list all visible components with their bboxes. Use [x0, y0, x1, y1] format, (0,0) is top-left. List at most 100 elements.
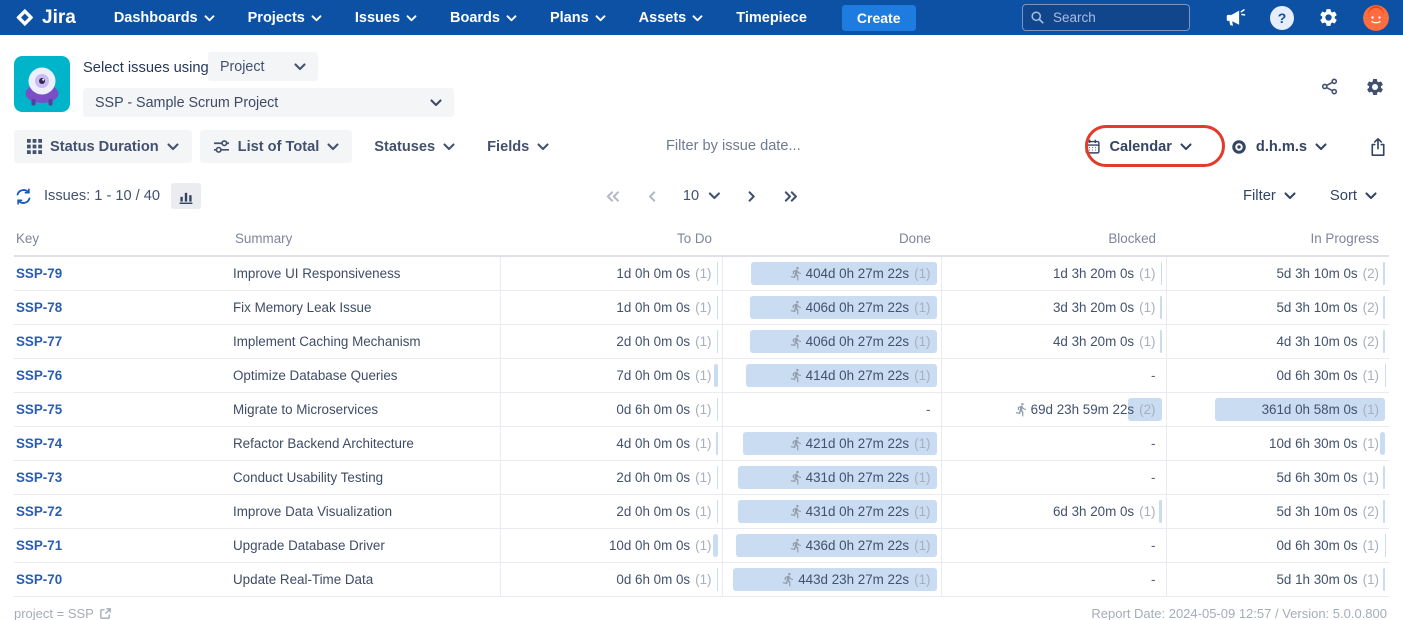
- nav-item-timepiece[interactable]: Timepiece: [736, 10, 807, 26]
- table-row: SSP-74 Refactor Backend Architecture 4d 0h…: [14, 426, 1389, 461]
- duration-cell-inprogress: 5d 3h 10m 0s (2): [1165, 256, 1389, 291]
- table-body: SSP-79 Improve UI Responsiveness 1d 0h 0m …: [14, 256, 1389, 597]
- time-format-dropdown[interactable]: d.h.m.s: [1216, 130, 1341, 163]
- duration-cell-todo: 2d 0h 0m 0s (1): [499, 494, 722, 529]
- duration-cell-inprogress: 5d 6h 30m 0s (1): [1165, 460, 1389, 495]
- select-issues-label: Select issues using: [83, 60, 209, 76]
- nav-item-dashboards[interactable]: Dashboards: [114, 10, 215, 26]
- statuses-dropdown[interactable]: Statuses: [360, 130, 469, 163]
- nav-item-boards[interactable]: Boards: [450, 10, 517, 26]
- calendar-dropdown[interactable]: Calendar: [1070, 130, 1205, 163]
- issue-key-link[interactable]: SSP-79: [16, 266, 62, 281]
- duration-bar: [1382, 466, 1385, 489]
- duration-cell-blocked: -: [940, 426, 1166, 461]
- create-button[interactable]: Create: [841, 4, 916, 31]
- nav-item-projects[interactable]: Projects: [248, 10, 322, 26]
- duration-cell-inprogress: 0d 6h 30m 0s (1): [1165, 528, 1389, 563]
- duration-cell-todo: 1d 0h 0m 0s (1): [499, 256, 722, 291]
- report-header: Select issues using Project SSP - Sample…: [0, 35, 1403, 125]
- issue-summary: Upgrade Database Driver: [233, 528, 500, 563]
- pagination-next-button[interactable]: [747, 190, 756, 202]
- status-duration-table: Key Summary To Do Done Blocked In Progre…: [14, 224, 1389, 597]
- jira-logo[interactable]: Jira: [14, 7, 76, 29]
- issue-key-link[interactable]: SSP-71: [16, 538, 62, 553]
- share-icon[interactable]: [1320, 77, 1339, 97]
- duration-bar: [1159, 330, 1162, 353]
- issue-summary: Improve UI Responsiveness: [233, 256, 500, 291]
- duration-cell-blocked: -: [940, 460, 1166, 495]
- duration-cell-inprogress: 5d 3h 10m 0s (2): [1165, 290, 1389, 325]
- issue-key-link[interactable]: SSP-76: [16, 368, 62, 383]
- filter-label: Filter: [1242, 188, 1276, 204]
- issue-key-link[interactable]: SSP-74: [16, 436, 62, 451]
- duration-bar: [1160, 262, 1162, 285]
- table-row: SSP-70 Update Real-Time Data 0d 6h 0m 0s (1…: [14, 562, 1389, 597]
- duration-cell-inprogress: 5d 1h 30m 0s (1): [1165, 562, 1389, 597]
- top-navbar: Jira Dashboards Projects Issues Boards Plans…: [0, 0, 1403, 35]
- pagination-bar: Issues: 1 - 10 / 40 10 Filter Sort: [0, 168, 1403, 224]
- time-format-value: d.h.m.s: [1255, 138, 1307, 155]
- issue-key-link[interactable]: SSP-77: [16, 334, 62, 349]
- issue-summary: Improve Data Visualization: [233, 494, 500, 529]
- duration-cell-inprogress: 0d 6h 30m 0s (1): [1165, 358, 1389, 393]
- table-row: SSP-77 Implement Caching Mechanism 2d 0h 0…: [14, 324, 1389, 359]
- duration-bar: [716, 330, 718, 353]
- issue-key-link[interactable]: SSP-72: [16, 504, 62, 519]
- sliders-icon: [213, 140, 229, 153]
- nav-item-plans[interactable]: Plans: [550, 10, 606, 26]
- runner-icon: [790, 538, 801, 553]
- settings-gear-icon[interactable]: [1365, 77, 1385, 97]
- issue-key-link[interactable]: SSP-78: [16, 300, 62, 315]
- view-type-dropdown[interactable]: List of Total: [199, 130, 353, 163]
- issue-key-link[interactable]: SSP-75: [16, 402, 62, 417]
- project-dropdown[interactable]: SSP - Sample Scrum Project: [83, 88, 454, 117]
- runner-icon: [790, 368, 801, 383]
- page-size-dropdown[interactable]: 10: [683, 188, 720, 204]
- duration-cell-todo: 10d 0h 0m 0s (1): [499, 528, 722, 563]
- date-filter-field[interactable]: Filter by issue date...: [666, 138, 801, 154]
- megaphone-icon[interactable]: [1224, 7, 1246, 29]
- duration-bar: [1382, 296, 1385, 319]
- sort-dropdown[interactable]: Sort: [1330, 188, 1377, 204]
- filter-dropdown[interactable]: Filter: [1243, 188, 1296, 204]
- report-type-dropdown[interactable]: Status Duration: [14, 130, 192, 163]
- page-size-value: 10: [682, 188, 700, 204]
- user-avatar[interactable]: [1363, 4, 1389, 31]
- duration-cell-done: 404d 0h 27m 22s (1): [721, 256, 941, 291]
- project-value: SSP - Sample Scrum Project: [95, 94, 279, 111]
- issue-source-dropdown[interactable]: Project: [208, 52, 318, 81]
- duration-cell-inprogress: 5d 3h 10m 0s (2): [1165, 494, 1389, 529]
- nav-item-assets[interactable]: Assets: [639, 10, 704, 26]
- search-input[interactable]: [1022, 4, 1190, 31]
- duration-cell-todo: 2d 0h 0m 0s (1): [499, 460, 722, 495]
- duration-bar: [1382, 262, 1385, 285]
- duration-bar: [1382, 568, 1385, 591]
- target-icon: [1232, 139, 1246, 154]
- external-link-icon: [100, 608, 111, 619]
- pagination-last-button[interactable]: [783, 190, 798, 202]
- issue-summary: Refactor Backend Architecture: [233, 426, 500, 461]
- column-header-inprogress: In Progress: [1166, 224, 1389, 257]
- runner-icon: [782, 572, 794, 587]
- pagination-prev-button[interactable]: [647, 190, 656, 202]
- jql-link[interactable]: project = SSP: [14, 606, 112, 620]
- duration-cell-blocked: -: [940, 528, 1166, 563]
- pagination-first-button[interactable]: [605, 190, 620, 202]
- duration-cell-todo: 2d 0h 0m 0s (1): [499, 324, 722, 359]
- fields-dropdown[interactable]: Fields: [473, 130, 563, 163]
- gear-icon[interactable]: [1318, 7, 1339, 28]
- duration-bar: [714, 364, 718, 387]
- column-header-todo: To Do: [500, 224, 722, 257]
- report-type-value: Status Duration: [50, 138, 159, 155]
- issue-key-link[interactable]: SSP-73: [16, 470, 62, 485]
- help-icon[interactable]: ?: [1270, 5, 1294, 30]
- table-row: SSP-75 Migrate to Microservices 0d 6h 0m 0…: [14, 392, 1389, 427]
- table-row: SSP-72 Improve Data Visualization 2d 0h 0m…: [14, 494, 1389, 529]
- issue-key-link[interactable]: SSP-70: [16, 572, 62, 587]
- view-type-value: List of Total: [237, 138, 320, 155]
- refresh-icon[interactable]: [14, 187, 33, 206]
- bar-chart-icon[interactable]: [171, 183, 202, 209]
- export-icon[interactable]: [1369, 137, 1387, 157]
- search-icon: [1031, 11, 1044, 24]
- nav-item-issues[interactable]: Issues: [355, 10, 417, 26]
